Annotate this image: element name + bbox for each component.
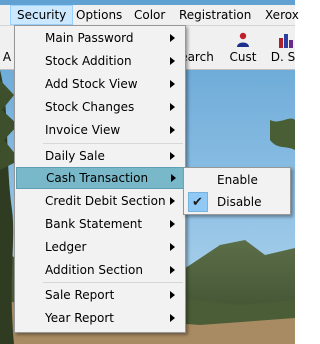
menu-item-label: Year Report — [45, 311, 114, 325]
toolbar-button-a[interactable]: A — [0, 30, 14, 66]
menu-item-sale-report[interactable]: Sale Report — [16, 284, 184, 306]
submenu-arrow-icon — [170, 27, 176, 49]
menu-item-add-stock-view[interactable]: Add Stock View — [16, 73, 184, 95]
menu-bar: Security Options Color Registration Xero… — [0, 5, 299, 26]
menu-registration-label: Registration — [179, 8, 252, 22]
menu-item-cash-transaction[interactable]: Cash Transaction — [16, 167, 186, 189]
customer-button-label: Cust — [229, 50, 257, 64]
menu-options-label: Options — [76, 8, 123, 22]
menu-color-label: Color — [134, 8, 166, 22]
menu-item-label: Stock Addition — [45, 54, 132, 68]
submenu-arrow-icon — [170, 284, 176, 306]
menu-item-label: Daily Sale — [45, 149, 105, 163]
menu-xerox-label: Xerox — [265, 8, 299, 22]
menu-item-label: Ledger — [45, 240, 87, 254]
menu-item-label: Main Password — [45, 31, 134, 45]
submenu-arrow-icon — [170, 119, 176, 141]
menu-item-label: Sale Report — [45, 288, 115, 302]
menu-item-year-report[interactable]: Year Report — [16, 307, 184, 329]
menu-item-label: Stock Changes — [45, 100, 135, 114]
menu-item-addition-section[interactable]: Addition Section — [16, 259, 184, 281]
menu-security[interactable]: Security — [10, 5, 74, 25]
menu-item-label: Addition Section — [45, 263, 143, 277]
menu-item-label: Invoice View — [45, 123, 121, 137]
submenu-arrow-icon — [170, 307, 176, 329]
submenu-item-disable[interactable]: ✔ Disable — [185, 191, 289, 213]
menu-xerox[interactable]: Xerox — [259, 5, 305, 25]
submenu-arrow-icon — [170, 236, 176, 258]
submenu-arrow-icon — [171, 168, 177, 190]
customer-icon — [236, 32, 250, 51]
menu-options[interactable]: Options — [70, 5, 128, 25]
submenu-arrow-icon — [170, 73, 176, 95]
customer-button[interactable]: Cust — [226, 30, 260, 66]
menu-registration[interactable]: Registration — [173, 5, 257, 25]
submenu-item-label: Disable — [217, 195, 262, 209]
security-dropdown-menu: Main Password Stock Addition Add Stock V… — [14, 25, 186, 333]
menu-item-daily-sale[interactable]: Daily Sale — [16, 145, 184, 167]
daily-sale-button-label: D. S — [270, 50, 296, 64]
menu-security-label: Security — [17, 8, 67, 22]
menu-item-label: Cash Transaction — [46, 171, 149, 185]
submenu-arrow-icon — [170, 213, 176, 235]
menu-item-credit-debit-section[interactable]: Credit Debit Section — [16, 190, 184, 212]
menu-item-label: Credit Debit Section — [45, 194, 166, 208]
menu-item-main-password[interactable]: Main Password — [16, 27, 184, 49]
menu-color[interactable]: Color — [128, 5, 171, 25]
menu-separator — [43, 143, 183, 144]
submenu-arrow-icon — [170, 190, 176, 212]
submenu-arrow-icon — [170, 259, 176, 281]
menu-item-stock-addition[interactable]: Stock Addition — [16, 50, 184, 72]
bar-chart-icon — [279, 32, 293, 51]
submenu-item-label: Enable — [217, 173, 258, 187]
menu-item-ledger[interactable]: Ledger — [16, 236, 184, 258]
cash-transaction-submenu: Enable ✔ Disable — [183, 167, 291, 215]
checkmark-icon: ✔ — [188, 192, 208, 212]
submenu-item-enable[interactable]: Enable — [185, 169, 289, 191]
daily-sale-button[interactable]: D. S — [268, 30, 298, 66]
submenu-arrow-icon — [170, 50, 176, 72]
menu-separator — [43, 282, 183, 283]
menu-item-stock-changes[interactable]: Stock Changes — [16, 96, 184, 118]
toolbar-button-a-label: A — [2, 50, 12, 64]
menu-item-label: Bank Statement — [45, 217, 143, 231]
menu-item-invoice-view[interactable]: Invoice View — [16, 119, 184, 141]
menu-item-bank-statement[interactable]: Bank Statement — [16, 213, 184, 235]
submenu-arrow-icon — [170, 145, 176, 167]
submenu-arrow-icon — [170, 96, 176, 118]
menu-item-label: Add Stock View — [45, 77, 138, 91]
